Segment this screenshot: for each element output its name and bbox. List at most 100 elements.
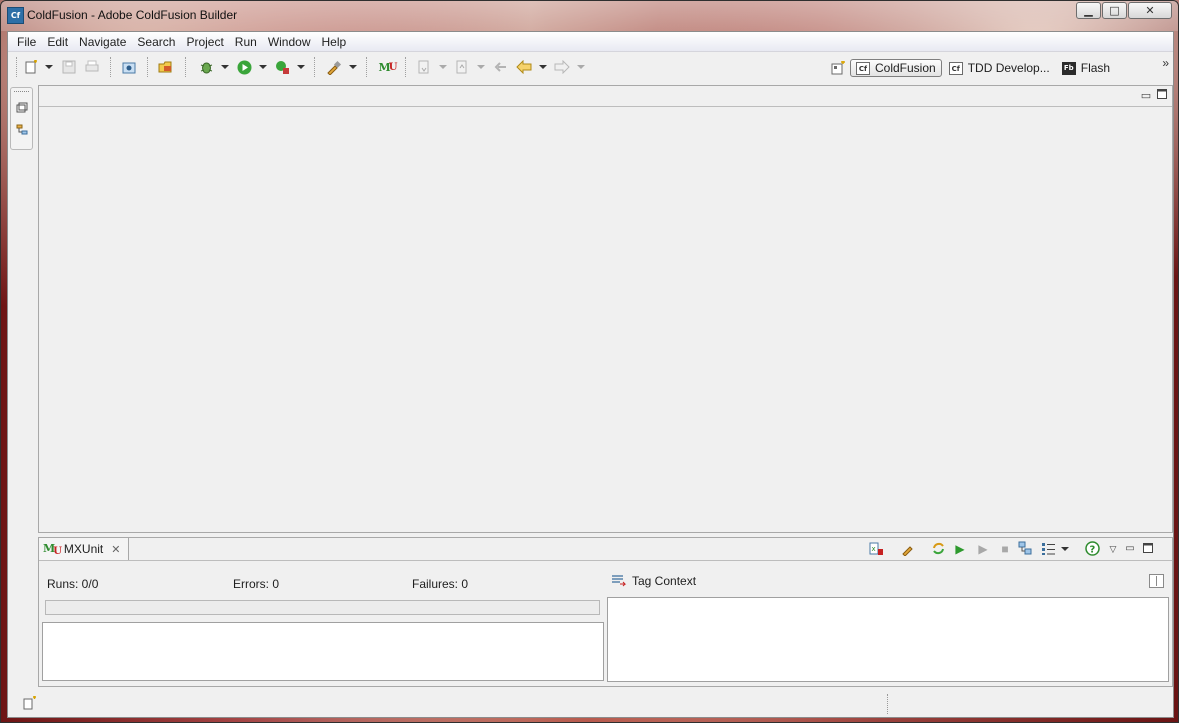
open-type-icon[interactable] (121, 59, 137, 75)
previous-annotation-dropdown-arrow[interactable] (477, 65, 485, 69)
mxunit-toolbar: x ▶ ▶ ■ ? ▽ ▭ (868, 541, 1168, 557)
mxunit-icon[interactable]: MU (377, 59, 398, 75)
run-config-icon[interactable] (274, 59, 290, 75)
brush-icon[interactable] (326, 59, 342, 75)
more-perspectives-chevron-icon[interactable]: » (1162, 56, 1169, 70)
debug-dropdown-arrow[interactable] (221, 65, 229, 69)
view-mode-dropdown-arrow[interactable] (1061, 547, 1069, 551)
run-tests-icon[interactable]: ▶ (952, 541, 968, 557)
open-folder-icon[interactable] (158, 59, 174, 75)
perspective-label: TDD Develop... (967, 61, 1050, 75)
panel-header-divider (39, 560, 1172, 561)
main-toolbar: MU Cf ColdFusion Cf TDD Develop... Fb Fl… (8, 52, 1173, 82)
tag-context-header: Tag Context (611, 574, 696, 588)
fast-view-icon[interactable] (22, 695, 38, 711)
new-dropdown-arrow[interactable] (45, 65, 53, 69)
toolbar-separator (405, 57, 407, 77)
restore-icon[interactable] (16, 102, 28, 114)
brush-dropdown-arrow[interactable] (349, 65, 357, 69)
toolbar-separator (110, 57, 112, 77)
app-window: Cf ColdFusion - Adobe ColdFusion Builder… (0, 0, 1179, 723)
open-perspective-icon[interactable] (830, 60, 846, 76)
next-annotation-icon[interactable] (416, 59, 432, 75)
save-icon[interactable] (61, 59, 77, 75)
perspective-label: ColdFusion (875, 61, 936, 75)
window-controls: ▁ □ ✕ (1076, 2, 1172, 19)
debug-icon[interactable] (198, 59, 214, 75)
dock-grip[interactable] (14, 91, 29, 95)
menu-edit[interactable]: Edit (42, 35, 73, 49)
back-arrow-icon[interactable] (516, 59, 532, 75)
svg-text:x: x (871, 545, 875, 553)
maximize-editor-icon[interactable] (1156, 89, 1168, 102)
perspective-tdd-develop[interactable]: Cf TDD Develop... (944, 59, 1055, 77)
new-file-icon[interactable] (23, 59, 39, 75)
next-annotation-dropdown-arrow[interactable] (439, 65, 447, 69)
maximize-button[interactable]: □ (1102, 2, 1127, 19)
list-view-icon[interactable] (1040, 541, 1056, 557)
toolbar-separator (314, 57, 316, 77)
forward-arrow-icon[interactable] (554, 59, 570, 75)
menu-window[interactable]: Window (263, 35, 316, 49)
perspective-flash[interactable]: Fb Flash (1057, 59, 1115, 77)
help-icon[interactable]: ? (1084, 541, 1100, 557)
test-results-tree[interactable] (42, 622, 604, 681)
perspective-label: Flash (1080, 61, 1111, 75)
workbench: File Edit Navigate Search Project Run Wi… (7, 31, 1174, 718)
run-failed-icon[interactable]: ▶ (975, 541, 991, 557)
menu-run[interactable]: Run (230, 35, 262, 49)
toolbar-separator (16, 57, 18, 77)
back-dropdown-arrow[interactable] (539, 65, 547, 69)
perspective-coldfusion[interactable]: Cf ColdFusion (850, 59, 942, 77)
stack-trace-icon (612, 575, 627, 587)
menu-bar: File Edit Navigate Search Project Run Wi… (8, 32, 1173, 52)
view-menu-icon[interactable]: ▽ (1105, 541, 1121, 557)
menu-navigate[interactable]: Navigate (74, 35, 131, 49)
print-icon[interactable] (84, 59, 100, 75)
toolbar-separator (147, 57, 149, 77)
editor-tab-divider (39, 106, 1172, 107)
title-bar[interactable]: Cf ColdFusion - Adobe ColdFusion Builder… (1, 1, 1178, 31)
close-tab-icon[interactable]: ✕ (111, 543, 120, 556)
test-progress-bar (45, 600, 600, 615)
tag-context-list[interactable] (607, 597, 1169, 682)
close-button[interactable]: ✕ (1128, 2, 1172, 19)
editor-area[interactable]: ▭ (38, 85, 1173, 533)
status-bar (8, 690, 1173, 718)
errors-count: Errors: 0 (233, 577, 280, 591)
window-title: ColdFusion - Adobe ColdFusion Builder (27, 8, 238, 22)
flash-builder-icon: Fb (1061, 61, 1076, 75)
failures-count: Failures: 0 (412, 577, 469, 591)
toolbar-separator (185, 57, 187, 77)
outline-view-icon[interactable] (16, 124, 28, 136)
brush-icon[interactable] (900, 541, 916, 557)
maximize-panel-icon[interactable] (1140, 541, 1156, 557)
tab-mxunit[interactable]: MU MXUnit ✕ (39, 538, 129, 560)
run-dropdown-arrow[interactable] (259, 65, 267, 69)
status-separator (887, 694, 889, 714)
menu-search[interactable]: Search (132, 35, 180, 49)
minimize-button[interactable]: ▁ (1076, 2, 1101, 19)
previous-annotation-icon[interactable] (454, 59, 470, 75)
menu-help[interactable]: Help (317, 35, 352, 49)
tdd-perspective-icon: Cf (948, 61, 963, 75)
refresh-icon[interactable] (930, 541, 946, 557)
stop-icon[interactable]: ■ (997, 541, 1013, 557)
minimize-panel-icon[interactable]: ▭ (1122, 541, 1138, 557)
last-edit-location-icon[interactable] (492, 59, 508, 75)
forward-dropdown-arrow[interactable] (577, 65, 585, 69)
mxunit-icon: MU (43, 541, 62, 557)
runs-count: Runs: 0/0 (47, 577, 99, 591)
compare-results-icon[interactable] (1149, 574, 1164, 588)
minimize-editor-icon[interactable]: ▭ (1140, 89, 1152, 102)
minimized-views-dock (10, 87, 33, 150)
tree-view-icon[interactable] (1017, 541, 1033, 557)
svg-text:?: ? (1089, 545, 1095, 556)
menu-project[interactable]: Project (181, 35, 228, 49)
run-config-dropdown-arrow[interactable] (297, 65, 305, 69)
menu-file[interactable]: File (12, 35, 41, 49)
coldfusion-perspective-icon: Cf (856, 61, 870, 75)
run-icon[interactable] (236, 59, 252, 75)
mxunit-panel: MU MXUnit ✕ x ▶ ▶ ■ ? ▽ ▭ Runs: 0/0 Erro… (38, 537, 1173, 687)
filter-errors-icon[interactable]: x (868, 541, 884, 557)
